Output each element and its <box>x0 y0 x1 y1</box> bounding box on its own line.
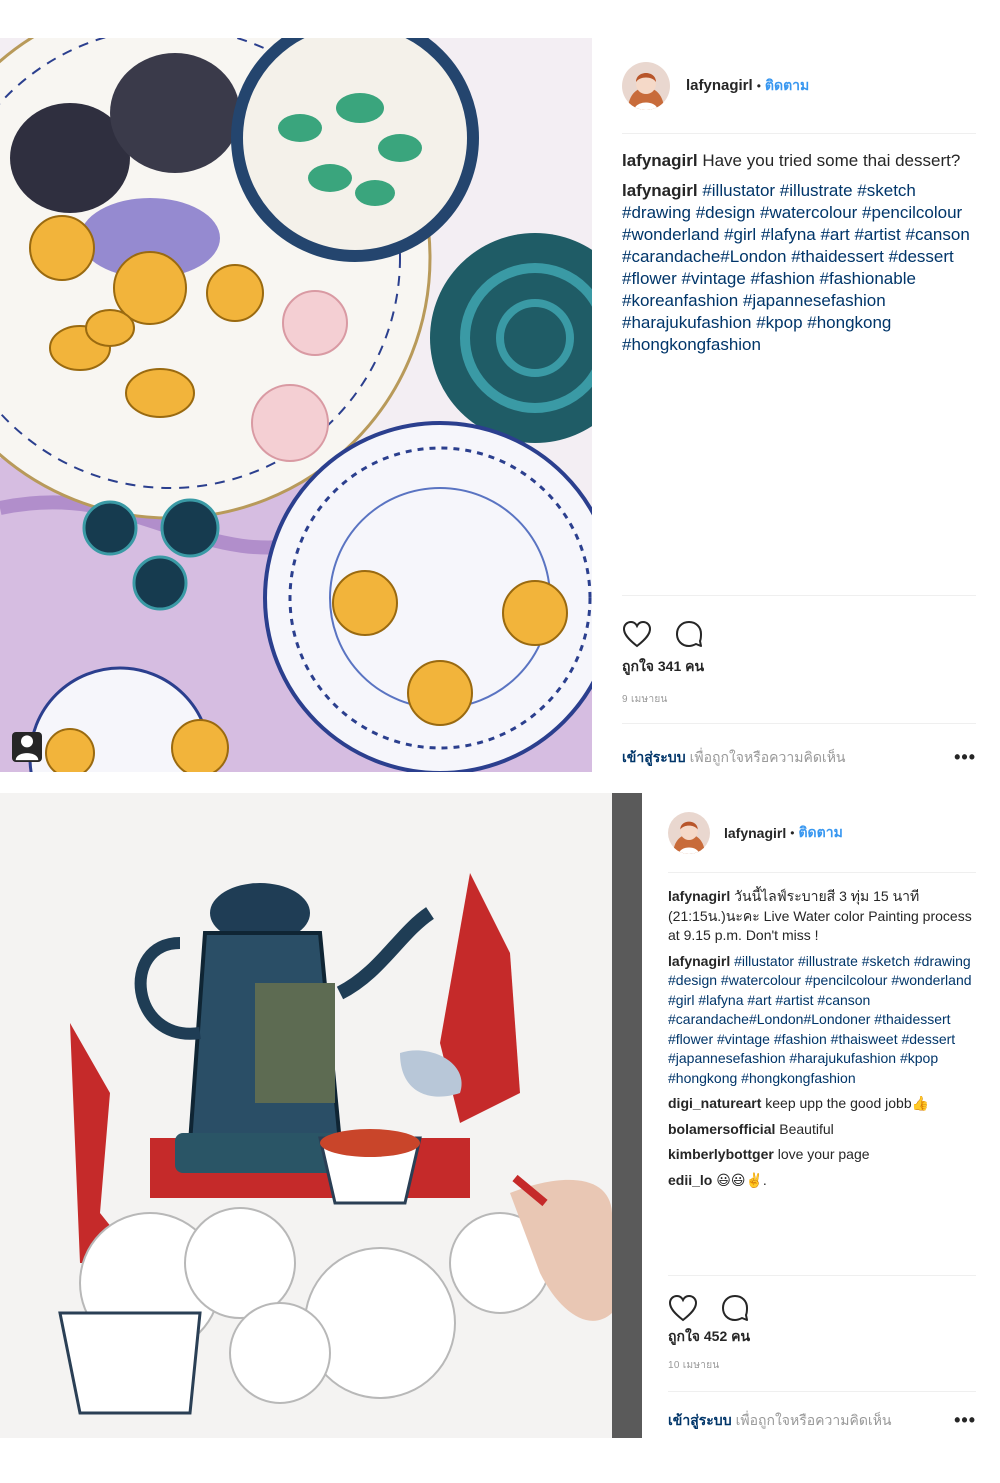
hashtag-comment-username[interactable]: lafynagirl <box>668 953 730 969</box>
hashtags[interactable]: #illustator #illustrate #sketch #drawing… <box>622 181 970 354</box>
like-count[interactable]: ถูกใจ 452 คน <box>668 1326 976 1348</box>
comment-icon <box>676 621 702 647</box>
list-item: edii_lo 😃😃✌️. <box>668 1171 976 1191</box>
comment-username[interactable]: bolamersofficial <box>668 1121 775 1137</box>
caption-username[interactable]: lafynagirl <box>622 151 698 170</box>
comment-username[interactable]: digi_natureart <box>668 1095 761 1111</box>
comment-text: 😃😃✌️. <box>716 1171 767 1188</box>
caption-text: Have you tried some thai dessert? <box>702 151 961 170</box>
post-1: lafynagirl • ติดตาม lafynagirl Have you … <box>0 38 1000 774</box>
like-button[interactable] <box>622 619 652 649</box>
post-2: lafynagirl • ติดตาม lafynagirl วันนี้ไลฟ… <box>0 793 1000 1438</box>
teapot-painting-image <box>0 793 642 1438</box>
list-item: bolamersofficial Beautiful <box>668 1120 976 1140</box>
caption: lafynagirl วันนี้ไลฟ์ระบายสี 3 ทุ่ม 15 น… <box>668 887 976 946</box>
avatar-image <box>668 811 710 854</box>
separator-dot: • <box>790 825 795 840</box>
follow-button[interactable]: ติดตาม <box>798 822 842 844</box>
avatar[interactable] <box>668 811 710 854</box>
post-1-image[interactable] <box>0 38 592 772</box>
login-link[interactable]: เข้าสู่ระบบ <box>668 1412 732 1428</box>
comment-icon <box>722 1295 748 1321</box>
more-options-button[interactable]: ••• <box>954 747 976 768</box>
avatar[interactable] <box>622 61 670 110</box>
login-bar: เข้าสู่ระบบ เพื่อถูกใจหรือความคิดเห็น ••• <box>668 1391 976 1449</box>
separator-dot: • <box>756 78 761 93</box>
hashtag-comment: lafynagirl #illustator #illustrate #sket… <box>622 180 976 356</box>
post-1-comments: lafynagirl Have you tried some thai dess… <box>622 134 976 596</box>
post-2-image[interactable] <box>0 793 642 1438</box>
post-date[interactable]: 10 เมษายน <box>668 1358 976 1373</box>
post-2-sidebar: lafynagirl • ติดตาม lafynagirl วันนี้ไลฟ… <box>668 793 976 1438</box>
post-date[interactable]: 9 เมษายน <box>622 692 976 707</box>
list-item: kimberlybottger love your page <box>668 1145 976 1165</box>
avatar-image <box>622 61 670 110</box>
caption-username[interactable]: lafynagirl <box>668 888 730 904</box>
hashtags[interactable]: #illustator #illustrate #sketch #drawing… <box>668 953 972 1086</box>
comment-text: keep upp the good jobb👍 <box>765 1095 930 1111</box>
user-tag-glyph <box>15 735 39 761</box>
comment-text: love your page <box>777 1146 870 1162</box>
like-count[interactable]: ถูกใจ 341 คน <box>622 656 976 678</box>
like-button[interactable] <box>668 1293 698 1323</box>
post-1-sidebar: lafynagirl • ติดตาม lafynagirl Have you … <box>622 38 976 774</box>
list-item: digi_natureart keep upp the good jobb👍 <box>668 1094 976 1114</box>
comment-button[interactable] <box>720 1293 750 1323</box>
post-2-username[interactable]: lafynagirl <box>724 825 786 841</box>
post-1-header: lafynagirl • ติดตาม <box>622 38 976 134</box>
comment-text: Beautiful <box>779 1120 834 1137</box>
login-link[interactable]: เข้าสู่ระบบ <box>622 749 686 765</box>
hashtag-comment-username[interactable]: lafynagirl <box>622 181 698 200</box>
comment-username[interactable]: kimberlybottger <box>668 1146 774 1162</box>
caption: lafynagirl Have you tried some thai dess… <box>622 150 976 172</box>
login-bar: เข้าสู่ระบบ เพื่อถูกใจหรือความคิดเห็น ••• <box>622 723 976 791</box>
comment-username[interactable]: edii_lo <box>668 1172 712 1188</box>
dessert-painting-image <box>0 38 592 772</box>
user-tag-icon[interactable] <box>12 732 42 762</box>
login-prompt-text: เพื่อถูกใจหรือความคิดเห็น <box>689 748 846 765</box>
follow-button[interactable]: ติดตาม <box>765 75 809 97</box>
heart-icon <box>668 1294 698 1322</box>
post-1-username[interactable]: lafynagirl <box>686 77 753 94</box>
login-prompt: เข้าสู่ระบบ เพื่อถูกใจหรือความคิดเห็น <box>668 1410 892 1432</box>
login-prompt: เข้าสู่ระบบ เพื่อถูกใจหรือความคิดเห็น <box>622 747 846 769</box>
more-options-button[interactable]: ••• <box>954 1410 976 1431</box>
heart-icon <box>622 620 652 648</box>
post-2-header: lafynagirl • ติดตาม <box>668 793 976 873</box>
post-2-comments: lafynagirl วันนี้ไลฟ์ระบายสี 3 ทุ่ม 15 น… <box>668 873 976 1276</box>
post-2-actions <box>668 1276 976 1326</box>
login-prompt-text: เพื่อถูกใจหรือความคิดเห็น <box>735 1411 892 1428</box>
hashtag-comment: lafynagirl #illustator #illustrate #sket… <box>668 952 976 1089</box>
comment-button[interactable] <box>674 619 704 649</box>
post-1-actions <box>622 596 976 656</box>
